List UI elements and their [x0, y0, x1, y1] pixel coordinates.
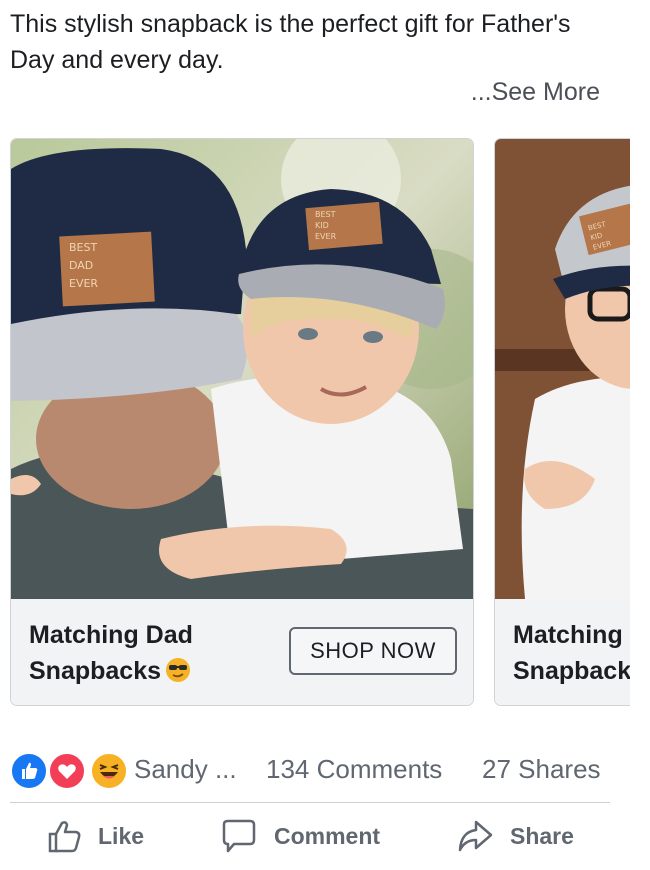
card-2-footer: Matching Snapback — [495, 599, 630, 705]
comment-label: Comment — [274, 822, 381, 849]
post-action-bar: Like Comment Share — [10, 812, 610, 862]
boy-snapback-photo: BEST KID EVER — [495, 139, 630, 599]
thumbs-up-icon — [48, 821, 81, 853]
father-son-snapback-photo: BEST DAD EVER BEST KID EVER — [11, 139, 473, 599]
comments-count-link[interactable]: 134 Comments — [266, 754, 442, 785]
share-label: Share — [510, 822, 574, 849]
card-2-title[interactable]: Matching Snapback — [513, 617, 630, 689]
carousel-card-2[interactable]: BEST KID EVER Matching Snapback — [494, 138, 630, 706]
share-button[interactable]: Share — [456, 812, 574, 860]
patch-best-kid-ever: KID — [315, 221, 329, 230]
card-1-title[interactable]: Matching Dad Snapbacks — [29, 617, 269, 689]
love-reaction-icon — [48, 752, 86, 790]
ad-carousel[interactable]: BEST DAD EVER BEST KID EVER Matching Dad… — [0, 138, 630, 708]
card-1-image[interactable]: BEST DAD EVER BEST KID EVER — [11, 139, 473, 599]
patch-best-dad-ever: BEST — [69, 241, 97, 254]
card-1-footer: Matching Dad Snapbacks SHOP NOW — [11, 599, 473, 705]
like-reaction-icon — [10, 752, 48, 790]
shares-count-link[interactable]: 27 Shares — [482, 754, 601, 785]
patch-best-dad-ever: DAD — [69, 259, 93, 272]
haha-reaction-icon — [90, 752, 128, 790]
shop-now-button[interactable]: SHOP NOW — [289, 627, 457, 675]
reaction-names-link[interactable]: Sandy ... — [134, 754, 237, 785]
carousel-card-1[interactable]: BEST DAD EVER BEST KID EVER Matching Dad… — [10, 138, 474, 706]
reactions-summary: Sandy ... 134 Comments 27 Shares — [10, 752, 610, 790]
comment-bubble-icon — [222, 819, 256, 853]
divider — [10, 802, 610, 803]
card-2-image[interactable]: BEST KID EVER — [495, 139, 630, 599]
see-more-link[interactable]: ...See More — [471, 78, 600, 107]
reaction-icons[interactable] — [10, 752, 130, 790]
sunglasses-emoji-icon — [165, 657, 191, 683]
post-text: This stylish snapback is the perfect gif… — [10, 10, 571, 74]
comment-button[interactable]: Comment — [220, 812, 380, 860]
share-arrow-icon — [458, 820, 493, 852]
like-label: Like — [98, 822, 145, 849]
patch-best-dad-ever: EVER — [69, 277, 98, 290]
like-button[interactable]: Like — [46, 812, 144, 860]
patch-best-kid-ever: BEST — [315, 210, 336, 219]
patch-best-kid-ever: EVER — [315, 232, 337, 241]
